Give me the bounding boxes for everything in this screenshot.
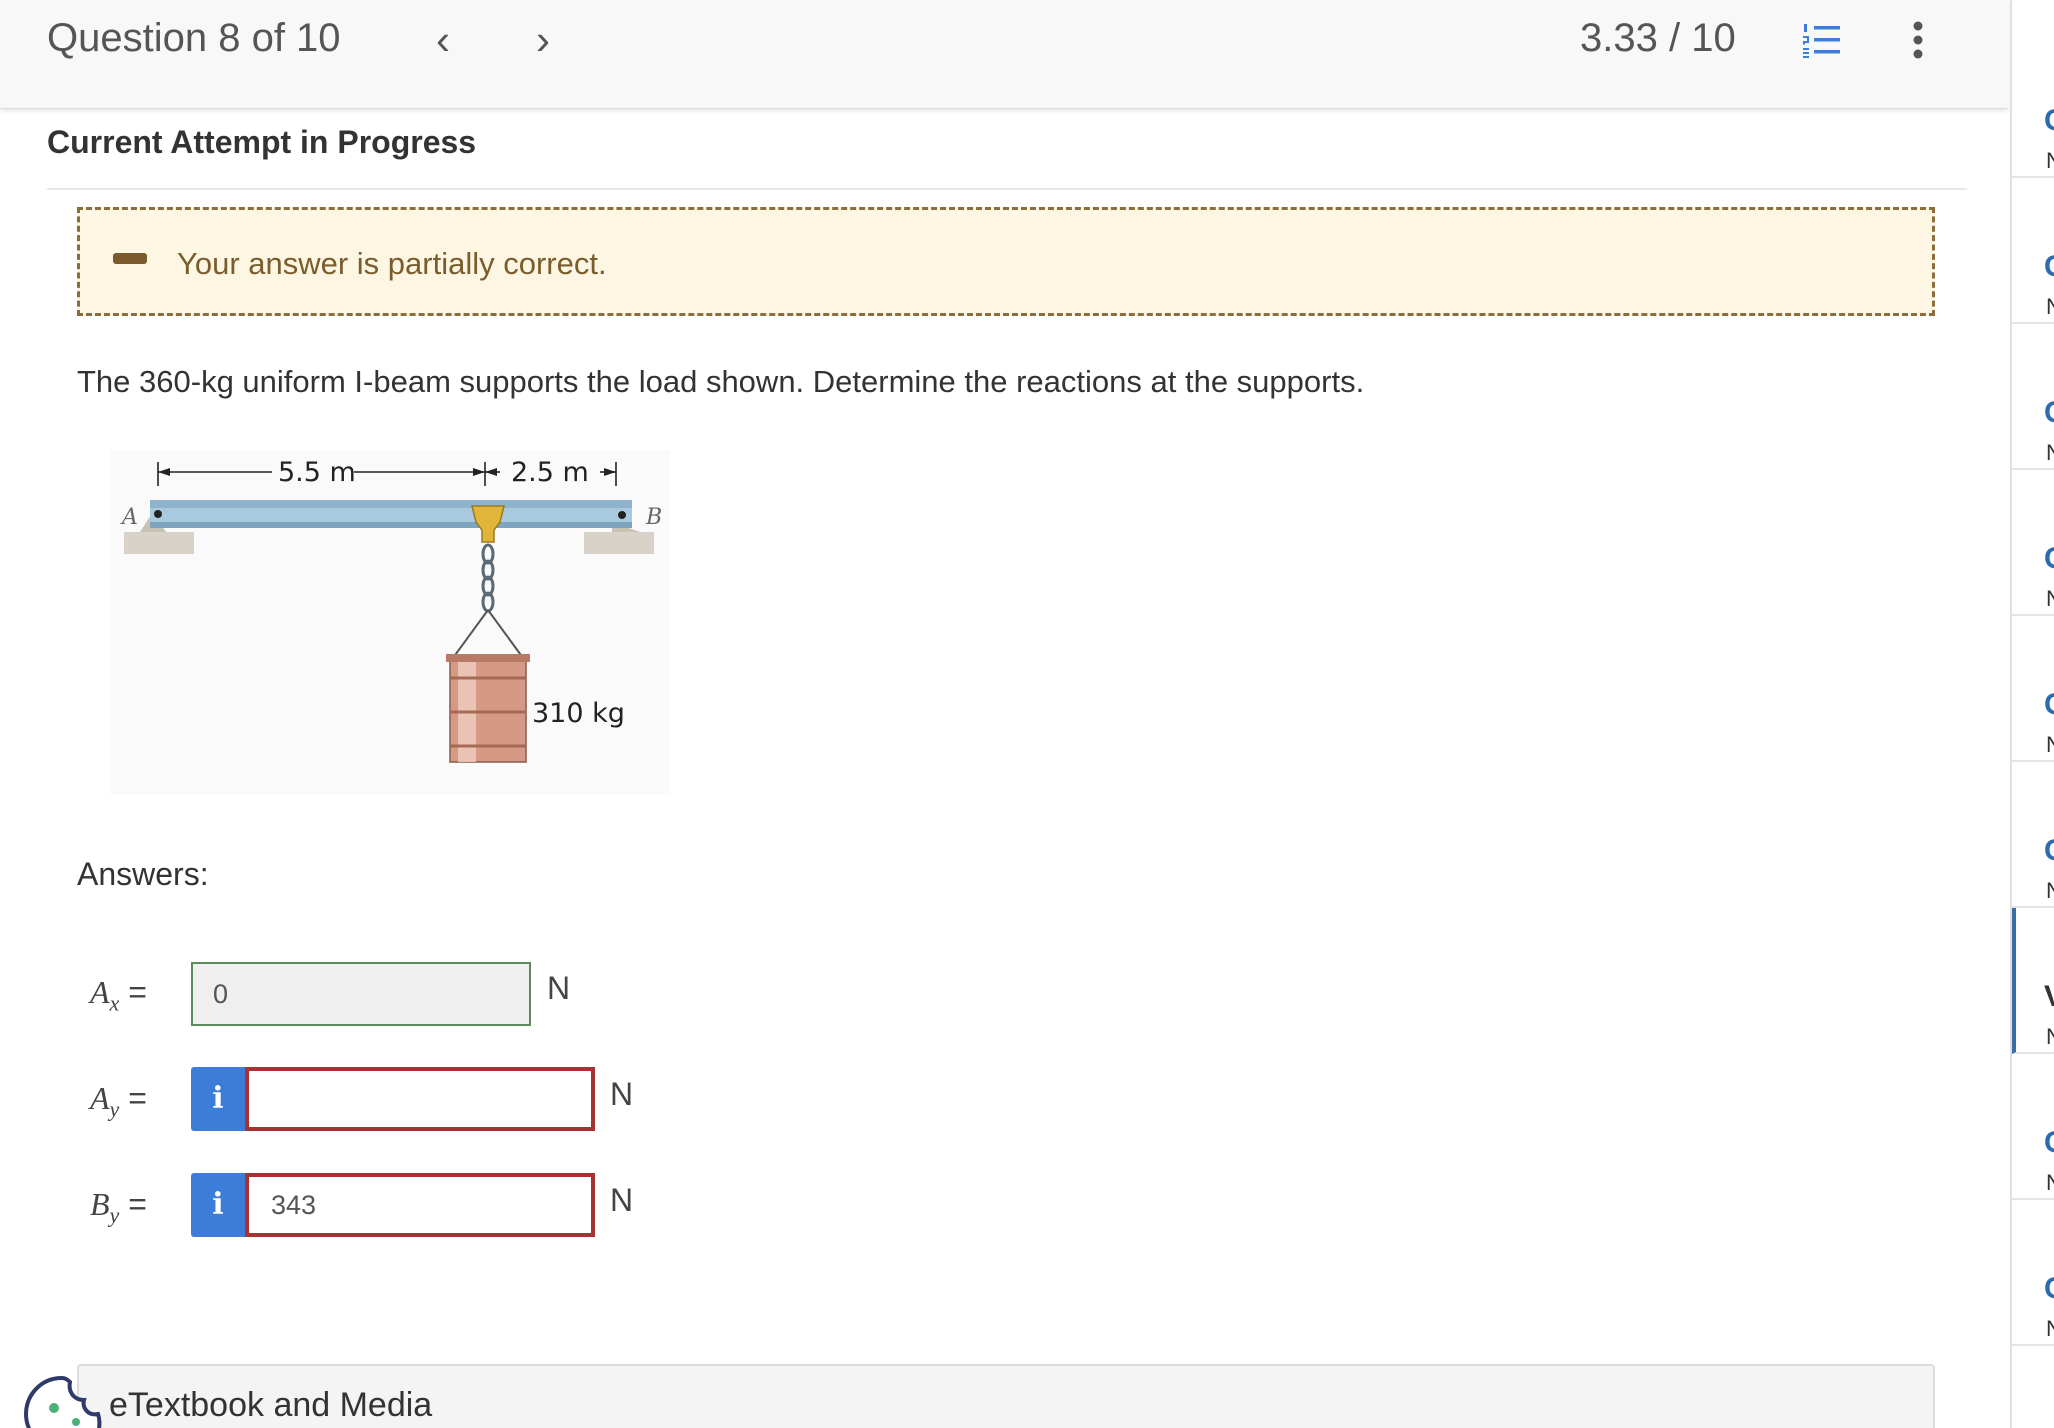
chevron-right-icon: ›	[536, 16, 550, 63]
sidebar-item-4[interactable]: C N	[2012, 470, 2054, 616]
answer-label-by: By =	[90, 1186, 147, 1228]
answer-label-ax: Ax =	[90, 974, 147, 1016]
support-b-label: B	[645, 505, 662, 530]
sidebar-item-6[interactable]: C N	[2012, 762, 2054, 908]
unit-label-ax: N	[547, 970, 571, 1006]
info-button-by[interactable]: i	[191, 1173, 245, 1237]
sidebar-item-9[interactable]: C N	[2012, 1200, 2054, 1346]
question-counter: Question 8 of 10	[47, 16, 341, 60]
sidebar-item-5[interactable]: C N	[2012, 616, 2054, 762]
support-a-label: A	[120, 505, 138, 530]
question-prompt: The 360-kg uniform I-beam supports the l…	[77, 364, 1365, 399]
sidebar-item-7-current[interactable]: V N	[2012, 908, 2054, 1054]
numbered-list-icon[interactable]	[1802, 22, 1842, 58]
load-mass-label: 310 kg	[532, 698, 625, 729]
dimension-right-label: 2.5 m	[511, 457, 589, 488]
partial-status-icon	[113, 253, 147, 264]
attempt-heading: Current Attempt in Progress	[47, 124, 477, 160]
question-header: Question 8 of 10 ‹ › 3.33 / 10	[0, 0, 2008, 109]
etextbook-media-panel[interactable]: eTextbook and Media	[77, 1364, 1935, 1428]
score-display: 3.33 / 10	[1580, 16, 1736, 60]
answer-input-ay[interactable]	[245, 1067, 595, 1131]
sidebar-item-3[interactable]: C N	[2012, 324, 2054, 470]
feedback-banner: Your answer is partially correct.	[77, 207, 1935, 316]
dimension-left-label: 5.5 m	[278, 457, 356, 488]
cookie-settings-icon[interactable]	[22, 1374, 106, 1428]
sidebar-item-1[interactable]: C N	[2012, 32, 2054, 178]
answers-heading: Answers:	[77, 856, 209, 892]
more-vertical-icon[interactable]	[1900, 18, 1936, 62]
etextbook-media-label: eTextbook and Media	[109, 1386, 433, 1424]
divider	[47, 188, 1967, 190]
feedback-message: Your answer is partially correct.	[177, 246, 607, 281]
sidebar-item-8[interactable]: C N	[2012, 1054, 2054, 1200]
info-button-ay[interactable]: i	[191, 1067, 245, 1131]
next-question-button[interactable]: ›	[523, 16, 563, 64]
chevron-left-icon: ‹	[436, 16, 450, 63]
answer-label-ay: Ay =	[90, 1080, 147, 1122]
question-list-sidebar: C N C N C N C N C N C N V N C N C N	[2010, 0, 2054, 1428]
answer-input-ax[interactable]: 0	[191, 962, 531, 1026]
unit-label-by: N	[610, 1182, 634, 1218]
unit-label-ay: N	[610, 1076, 634, 1112]
previous-question-button[interactable]: ‹	[423, 16, 463, 64]
sidebar-item-2[interactable]: C N	[2012, 178, 2054, 324]
answer-input-by[interactable]: 343	[245, 1173, 595, 1237]
question-page: { "header": { "question_label": "Questio…	[0, 0, 2054, 1428]
beam-figure: 5.5 m 2.5 m A B 310 kg	[110, 450, 670, 795]
